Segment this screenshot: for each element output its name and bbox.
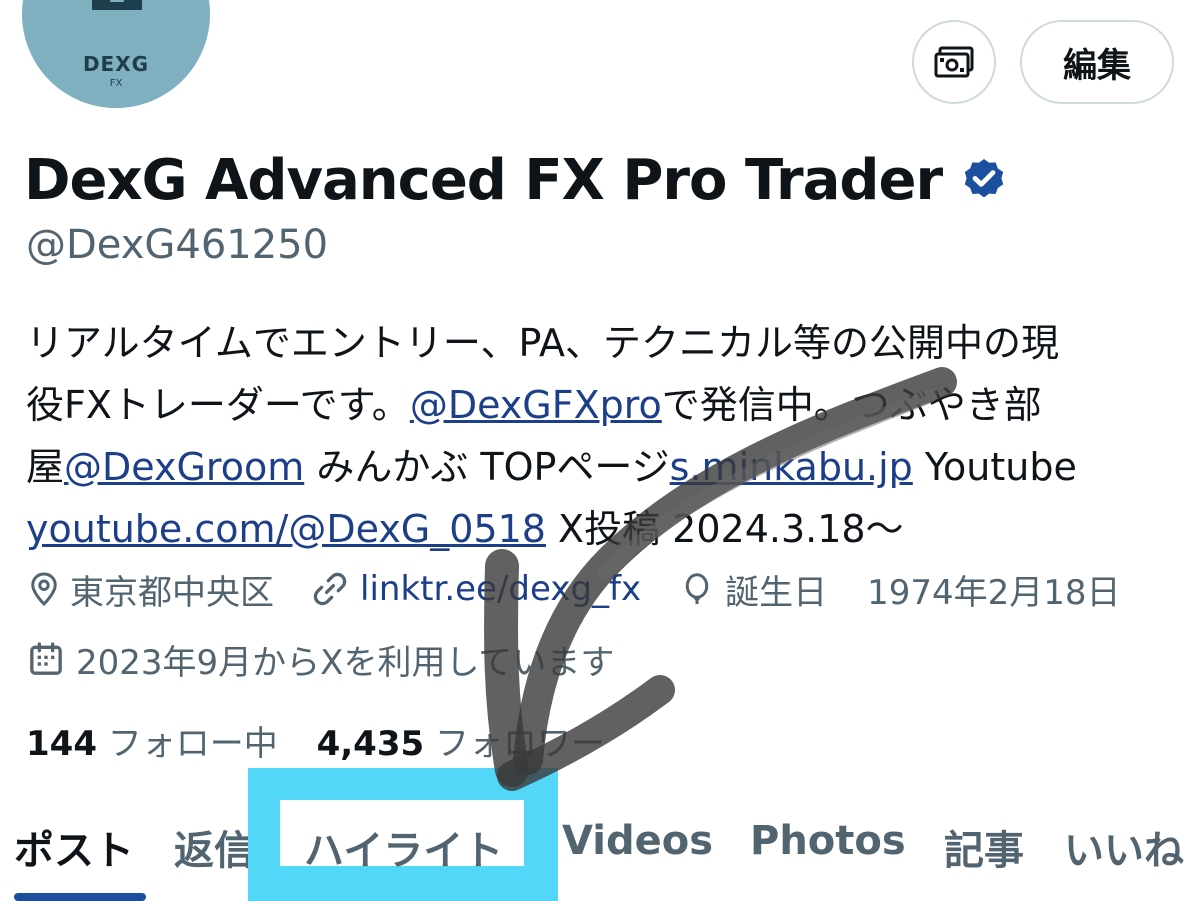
tab-posts[interactable]: ポスト <box>14 818 134 876</box>
bio-text: 役FXトレーダーです。 <box>26 383 410 427</box>
website-link[interactable]: linktr.ee/dexg_fx <box>360 569 641 609</box>
bio-line: 役FXトレーダーです。@DexGFXproで発信中。つぶやき部 <box>26 374 1176 436</box>
tab-articles[interactable]: 記事 <box>944 818 1024 876</box>
followers-count: 4,435 <box>316 724 425 764</box>
bio-text: 屋 <box>26 445 65 489</box>
bio-text: リアルタイムでエントリー、PA、テクニカル等の公開中の現 <box>26 321 1059 365</box>
avatar-brand-sub: FX <box>109 78 123 89</box>
tip-button[interactable] <box>912 20 996 104</box>
birthday-label: 誕生日 <box>725 572 828 613</box>
profile-meta-row: 東京都中央区 linktr.ee/dexg_fx 誕生日 1974年2月18日 <box>26 564 1121 614</box>
followers-link[interactable]: 4,435 フォロワー <box>317 724 605 764</box>
youtube-link[interactable]: youtube.com/@DexG_0518 <box>26 507 546 551</box>
tab-photos[interactable]: Photos <box>750 818 906 864</box>
avatar[interactable]: DEXG FX <box>22 0 210 108</box>
mention-link-dexgfxpro[interactable]: @DexGFXpro <box>410 383 662 427</box>
location-pin-icon <box>31 572 57 607</box>
tab-highlights[interactable]: ハイライト <box>304 818 503 876</box>
avatar-logo-mark <box>92 0 142 10</box>
bio-line: 屋@DexGroom みんかぶ TOPページs.minkabu.jp Youtu… <box>26 436 1176 498</box>
bio-line: youtube.com/@DexG_0518 X投稿 2024.3.18～ <box>26 498 1176 560</box>
following-label: フォロー中 <box>107 724 278 764</box>
bio-line: リアルタイムでエントリー、PA、テクニカル等の公開中の現 <box>26 312 1176 374</box>
edit-profile-button[interactable]: 編集 <box>1020 20 1174 104</box>
joined-text: 2023年9月からXを利用しています <box>76 642 615 683</box>
following-link[interactable]: 144 フォロー中 <box>26 724 289 764</box>
tab-replies[interactable]: 返信 <box>174 818 248 876</box>
balloon-icon <box>685 573 709 604</box>
joined-row: 2023年9月からXを利用しています <box>26 634 614 684</box>
name-row: DexG Advanced FX Pro Trader <box>24 140 1008 220</box>
tab-likes[interactable]: いいね <box>1064 818 1184 876</box>
following-count: 144 <box>26 724 97 764</box>
tab-videos[interactable]: Videos <box>562 818 713 864</box>
bio-text: X投稿 2024.3.18～ <box>545 507 904 551</box>
calendar-icon <box>30 642 62 675</box>
location-text: 東京都中央区 <box>70 572 274 613</box>
dollar-bill-icon <box>934 46 974 78</box>
follow-stats: 144 フォロー中 4,435 フォロワー <box>26 716 605 765</box>
verified-badge-icon[interactable] <box>960 156 1008 204</box>
birthday-date: 1974年2月18日 <box>867 572 1121 613</box>
minkabu-link[interactable]: s.minkabu.jp <box>670 445 913 489</box>
active-tab-indicator <box>14 893 146 901</box>
bio-text: で発信中。つぶやき部 <box>661 383 1042 427</box>
display-name: DexG Advanced FX Pro Trader <box>24 147 943 213</box>
avatar-brand-text: DEXG <box>82 52 150 76</box>
link-icon <box>313 572 347 606</box>
bio-text: みんかぶ TOPページ <box>304 445 670 489</box>
bio-text: Youtube <box>912 445 1077 489</box>
bio: リアルタイムでエントリー、PA、テクニカル等の公開中の現 役FXトレーダーです。… <box>26 312 1176 560</box>
handle: @DexG461250 <box>26 222 329 268</box>
followers-label: フォロワー <box>434 724 605 764</box>
mention-link-dexgroom[interactable]: @DexGroom <box>64 445 304 489</box>
